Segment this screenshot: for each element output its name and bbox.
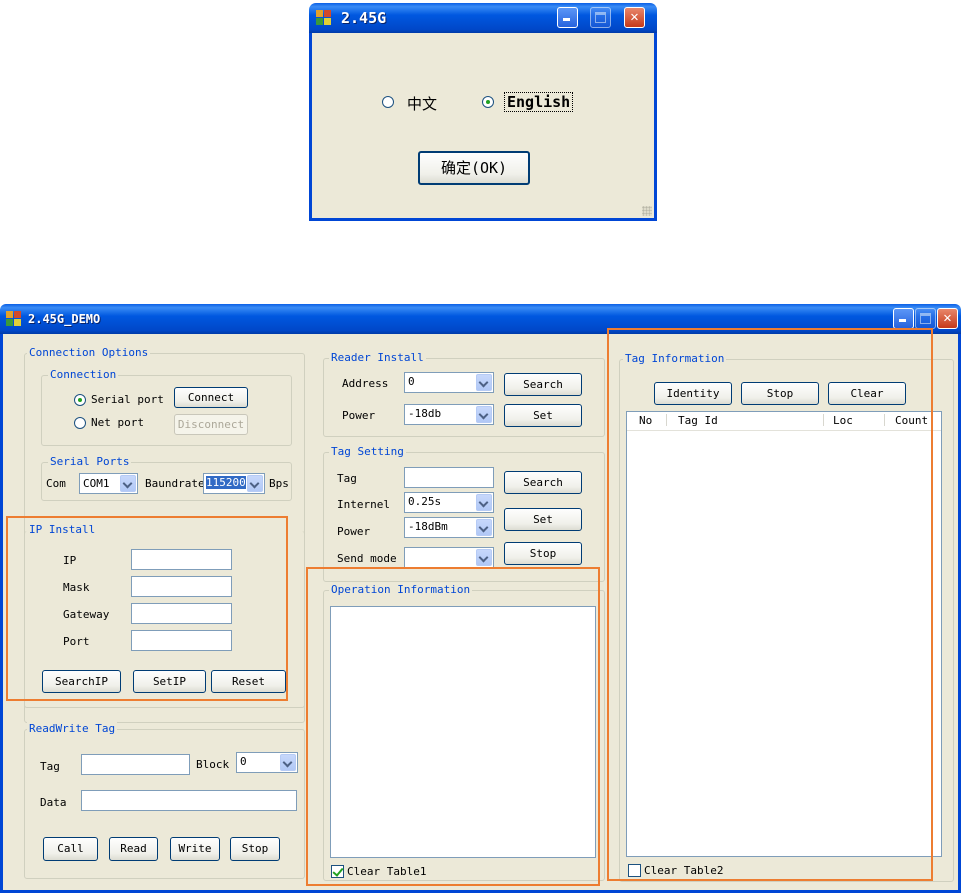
bps-label: Bps [269, 477, 289, 490]
com-label: Com [46, 477, 66, 490]
ip-install-highlight [6, 516, 288, 701]
reader-power-value: -18db [408, 407, 442, 420]
chevron-down-icon[interactable] [476, 519, 492, 536]
tag-power-value: -18dBm [408, 520, 448, 533]
chevron-down-icon[interactable] [476, 549, 492, 566]
connection-legend: Connection [48, 368, 119, 381]
baudrate-label: Baundrate [145, 477, 205, 490]
baudrate-select[interactable]: 115200 [203, 473, 265, 494]
block-select[interactable]: 0 [236, 752, 298, 773]
tag-setting-input[interactable] [404, 467, 494, 488]
serial-ports-group: Serial Ports Com COM1 Baundrate 115200 B… [41, 455, 292, 501]
serial-ports-legend: Serial Ports [48, 455, 132, 468]
internel-label: Internel [337, 498, 390, 511]
stop-button[interactable]: Stop [230, 837, 280, 861]
data-label: Data [40, 796, 67, 809]
internel-select[interactable]: 0.25s [404, 492, 494, 513]
tag-input[interactable] [81, 754, 190, 775]
address-label: Address [342, 377, 389, 390]
minimize-icon[interactable] [893, 308, 914, 329]
address-select[interactable]: 0 [404, 372, 494, 393]
connect-button[interactable]: Connect [174, 387, 248, 408]
app-icon [6, 311, 22, 327]
maximize-icon[interactable] [590, 7, 611, 28]
tag-setting-group: Tag Setting Tag Internel 0.25s Power -18… [323, 445, 605, 582]
chevron-down-icon[interactable] [476, 374, 492, 391]
close-icon[interactable]: ✕ [624, 7, 645, 28]
language-dialog: 2.45G ✕ 中文 English 确定(OK) [309, 3, 657, 221]
tag-setting-tag-label: Tag [337, 472, 357, 485]
connection-options-legend: Connection Options [27, 346, 151, 359]
close-icon[interactable]: ✕ [937, 308, 958, 329]
reader-install-legend: Reader Install [329, 351, 426, 364]
chevron-down-icon[interactable] [280, 754, 296, 771]
resize-grip[interactable] [642, 206, 652, 216]
lang-label-chinese: 中文 [407, 95, 438, 113]
reader-search-button[interactable]: Search [504, 373, 582, 396]
data-input[interactable] [81, 790, 297, 811]
dialog-title: 2.45G [341, 9, 387, 27]
read-button[interactable]: Read [109, 837, 158, 861]
tag-setting-legend: Tag Setting [329, 445, 406, 458]
chevron-down-icon[interactable] [247, 475, 263, 492]
write-button[interactable]: Write [170, 837, 220, 861]
readwrite-tag-group: ReadWrite Tag Tag Block 0 Data Call Read… [24, 722, 305, 879]
lang-radio-english[interactable] [482, 96, 494, 108]
tag-information-highlight [607, 328, 933, 881]
net-port-radio[interactable] [74, 417, 86, 429]
connection-group: Connection Serial port Connect Net port … [41, 368, 292, 446]
internel-value: 0.25s [408, 495, 442, 508]
block-value: 0 [240, 755, 247, 768]
address-value: 0 [408, 375, 415, 388]
lang-radio-chinese[interactable] [382, 96, 394, 108]
tag-stop-button[interactable]: Stop [504, 542, 582, 565]
baudrate-value: 115200 [206, 476, 246, 489]
chevron-down-icon[interactable] [120, 475, 136, 492]
tag-power-label: Power [337, 525, 371, 538]
block-label: Block [196, 758, 230, 771]
ok-button[interactable]: 确定(OK) [418, 151, 530, 185]
call-button[interactable]: Call [43, 837, 98, 861]
com-select[interactable]: COM1 [79, 473, 138, 494]
net-port-label: Net port [91, 416, 144, 429]
chevron-down-icon[interactable] [476, 494, 492, 511]
dialog-titlebar: 2.45G ✕ [309, 3, 657, 33]
tag-set-button[interactable]: Set [504, 508, 582, 531]
reader-power-select[interactable]: -18db [404, 404, 494, 425]
tag-search-button[interactable]: Search [504, 471, 582, 494]
app-icon [316, 10, 332, 26]
serial-port-label: Serial port [91, 393, 164, 406]
main-title: 2.45G_DEMO [28, 312, 101, 326]
send-mode-select[interactable] [404, 547, 494, 568]
disconnect-button[interactable]: Disconnect [174, 414, 248, 435]
tag-label: Tag [40, 760, 60, 773]
tag-power-select[interactable]: -18dBm [404, 517, 494, 538]
maximize-icon[interactable] [915, 308, 936, 329]
lang-label-english: English [504, 92, 574, 112]
minimize-icon[interactable] [557, 7, 578, 28]
reader-power-label: Power [342, 409, 376, 422]
send-mode-label: Send mode [337, 552, 397, 565]
reader-set-button[interactable]: Set [504, 404, 582, 427]
operation-information-highlight [306, 567, 600, 886]
readwrite-tag-legend: ReadWrite Tag [27, 722, 118, 735]
serial-port-radio[interactable] [74, 394, 86, 406]
com-value: COM1 [83, 477, 110, 490]
chevron-down-icon[interactable] [476, 406, 492, 423]
reader-install-group: Reader Install Address 0 Search Power -1… [323, 351, 605, 437]
